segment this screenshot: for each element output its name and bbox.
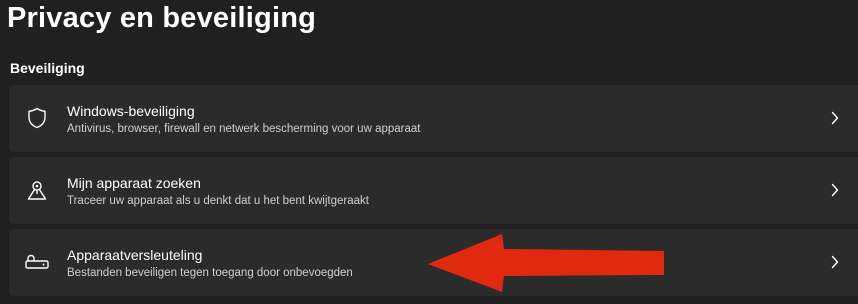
- page-title: Privacy en beveiliging: [7, 2, 317, 34]
- find-device-icon: [25, 178, 49, 202]
- chevron-right-icon: [828, 182, 842, 198]
- shield-icon: [25, 106, 49, 130]
- device-encryption-icon: [25, 250, 49, 274]
- settings-item-device-encryption[interactable]: Apparaatversleuteling Bestanden beveilig…: [9, 229, 858, 296]
- settings-item-title: Apparaatversleuteling: [67, 247, 203, 263]
- settings-item-title: Windows-beveiliging: [67, 103, 195, 119]
- settings-item-description: Traceer uw apparaat als u denkt dat u he…: [67, 195, 369, 207]
- chevron-right-icon: [828, 254, 842, 270]
- settings-item-description: Antivirus, browser, firewall en netwerk …: [67, 123, 421, 135]
- section-title: Beveiliging: [10, 60, 85, 76]
- settings-item-description: Bestanden beveiligen tegen toegang door …: [67, 267, 353, 279]
- settings-item-windows-security[interactable]: Windows-beveiliging Antivirus, browser, …: [9, 85, 858, 152]
- settings-item-title: Mijn apparaat zoeken: [67, 175, 201, 191]
- settings-item-find-my-device[interactable]: Mijn apparaat zoeken Traceer uw apparaat…: [9, 157, 858, 224]
- chevron-right-icon: [828, 110, 842, 126]
